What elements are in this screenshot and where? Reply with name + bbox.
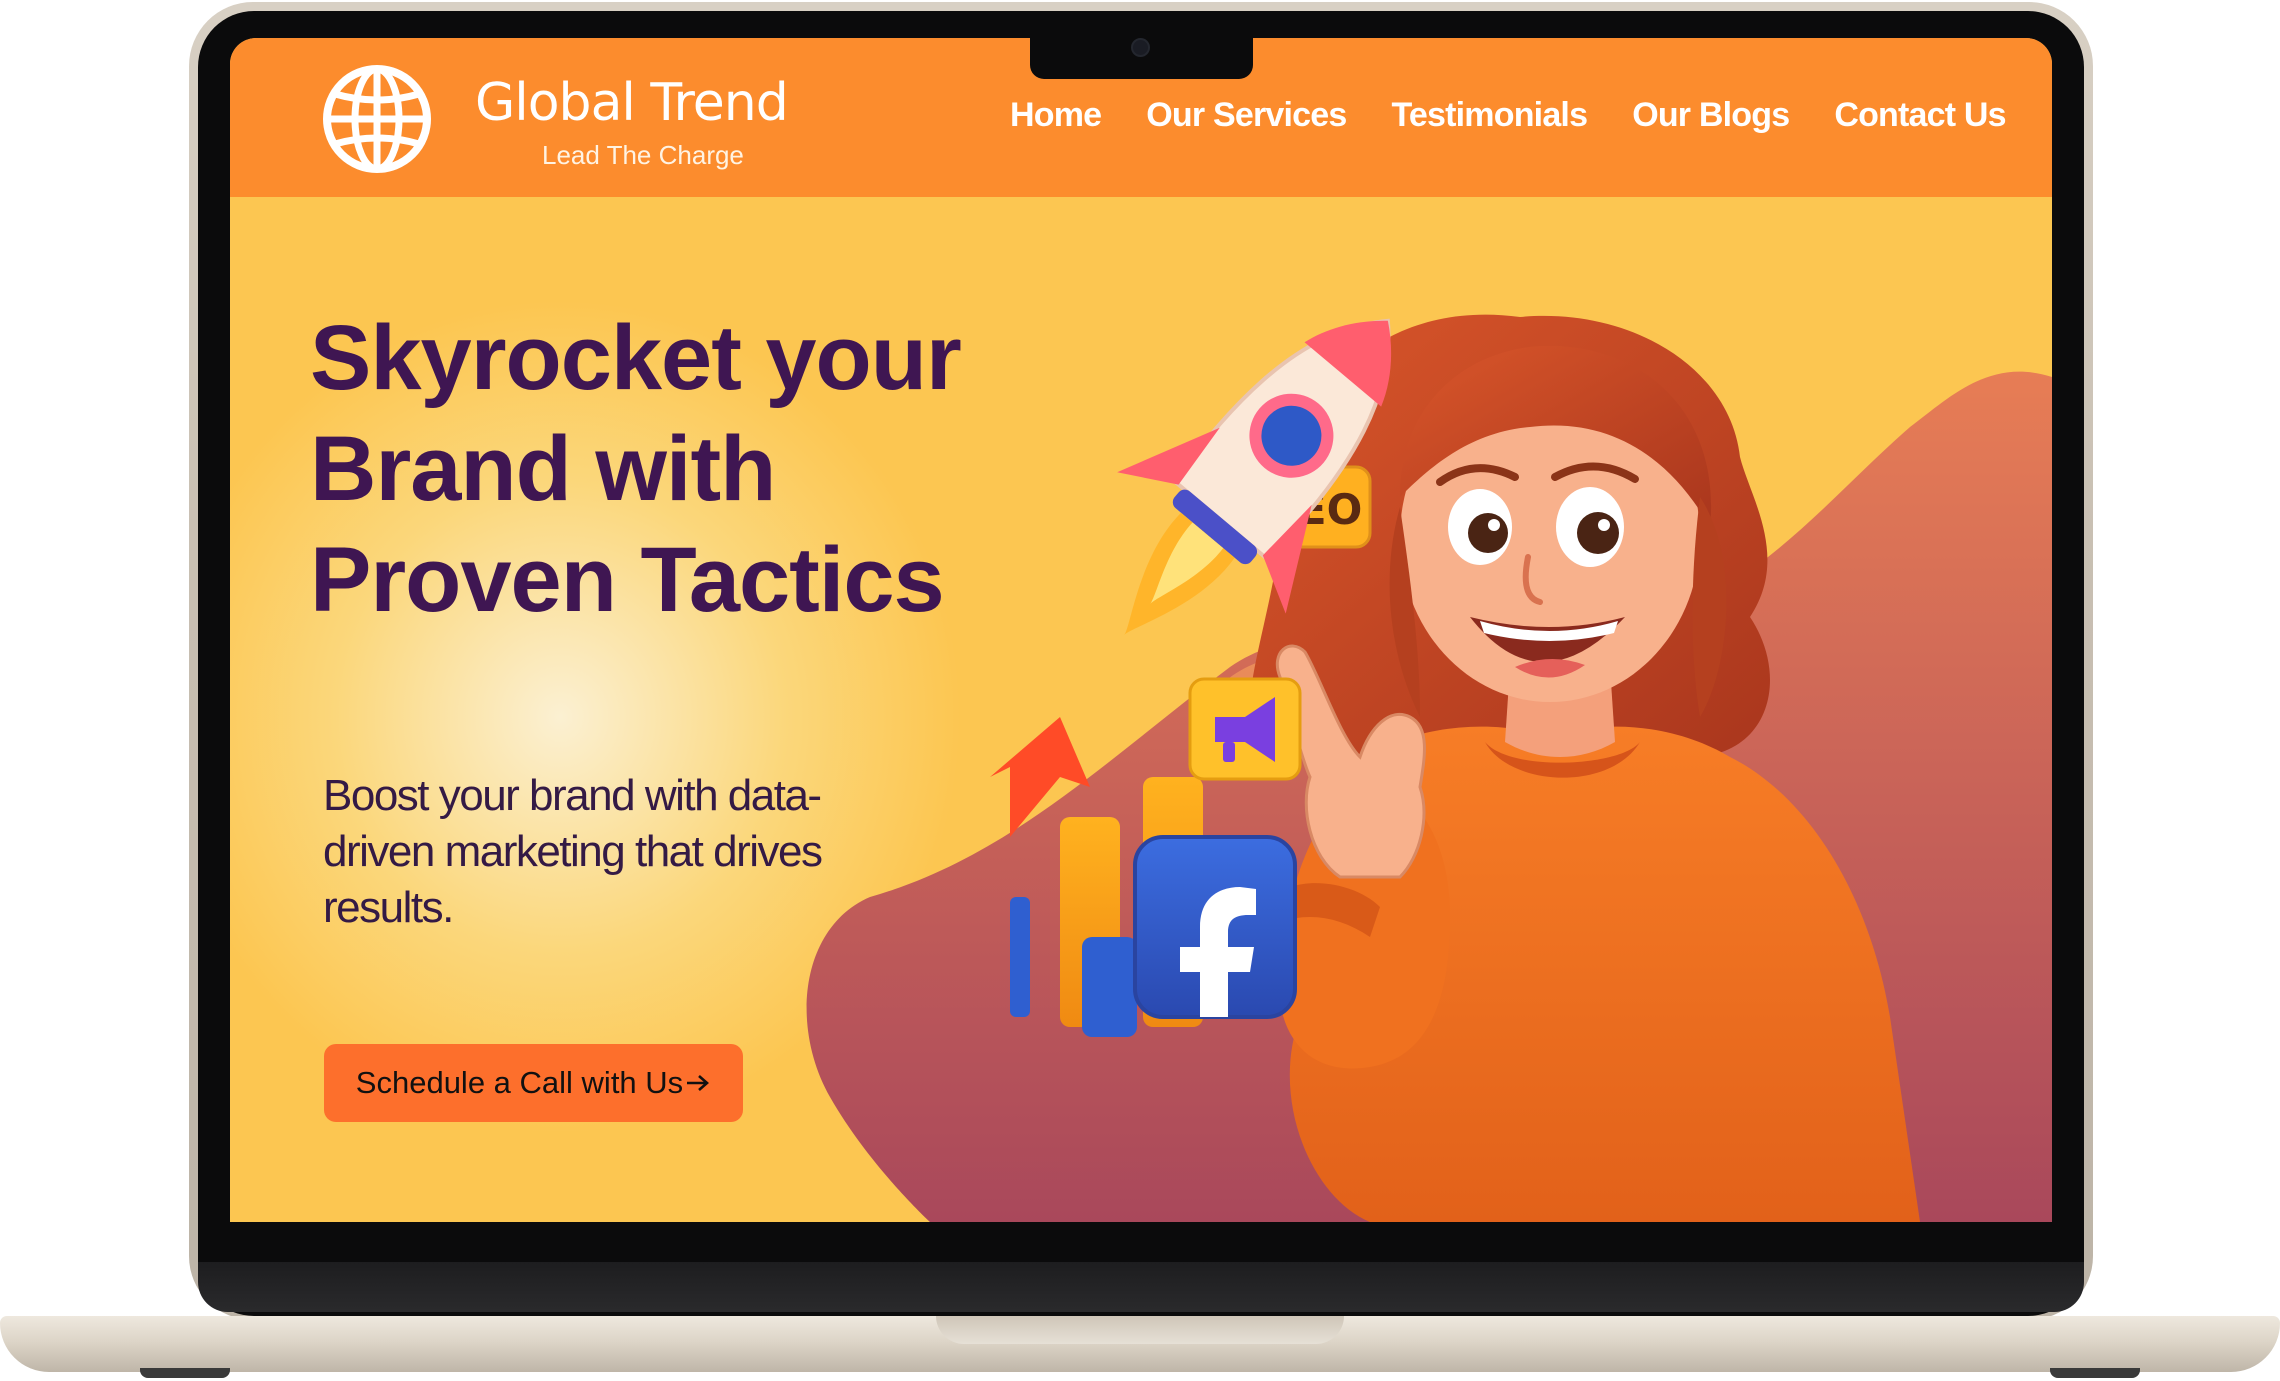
cta-label: Schedule a Call with Us [355,1065,684,1100]
trackpad-notch [936,1316,1344,1344]
nav-contact-us[interactable]: Contact Us [1834,96,2006,146]
hero-headline: Skyrocket your Brand with Proven Tactics [310,307,962,631]
laptop-foot-right [2050,1368,2140,1378]
laptop-foot-left [140,1368,230,1378]
globe-logo-icon[interactable] [320,62,434,176]
hinge-strip [198,1262,2084,1312]
megaphone-icon [1188,677,1302,781]
webcam-icon [1131,38,1150,57]
nav-our-blogs[interactable]: Our Blogs [1632,96,1790,146]
brand-tagline: Lead The Charge [542,140,744,170]
bottom-bezel [198,1222,2084,1266]
arrow-right-icon [687,1075,710,1091]
website-screen: SEO Global Trend Lead The Charge Home Ou… [230,38,2052,1222]
nav-our-services[interactable]: Our Services [1146,96,1347,146]
nav-testimonials[interactable]: Testimonials [1391,96,1588,146]
main-nav: Home Our Services Testimonials Our Blogs… [1010,96,2007,146]
facebook-icon [1133,835,1297,1019]
brand-name[interactable]: Global Trend [475,73,789,133]
hero-subtext: Boost your brand with data-driven market… [323,771,823,932]
schedule-call-button[interactable]: Schedule a Call with Us [324,1044,743,1122]
nav-home[interactable]: Home [1010,96,1102,146]
